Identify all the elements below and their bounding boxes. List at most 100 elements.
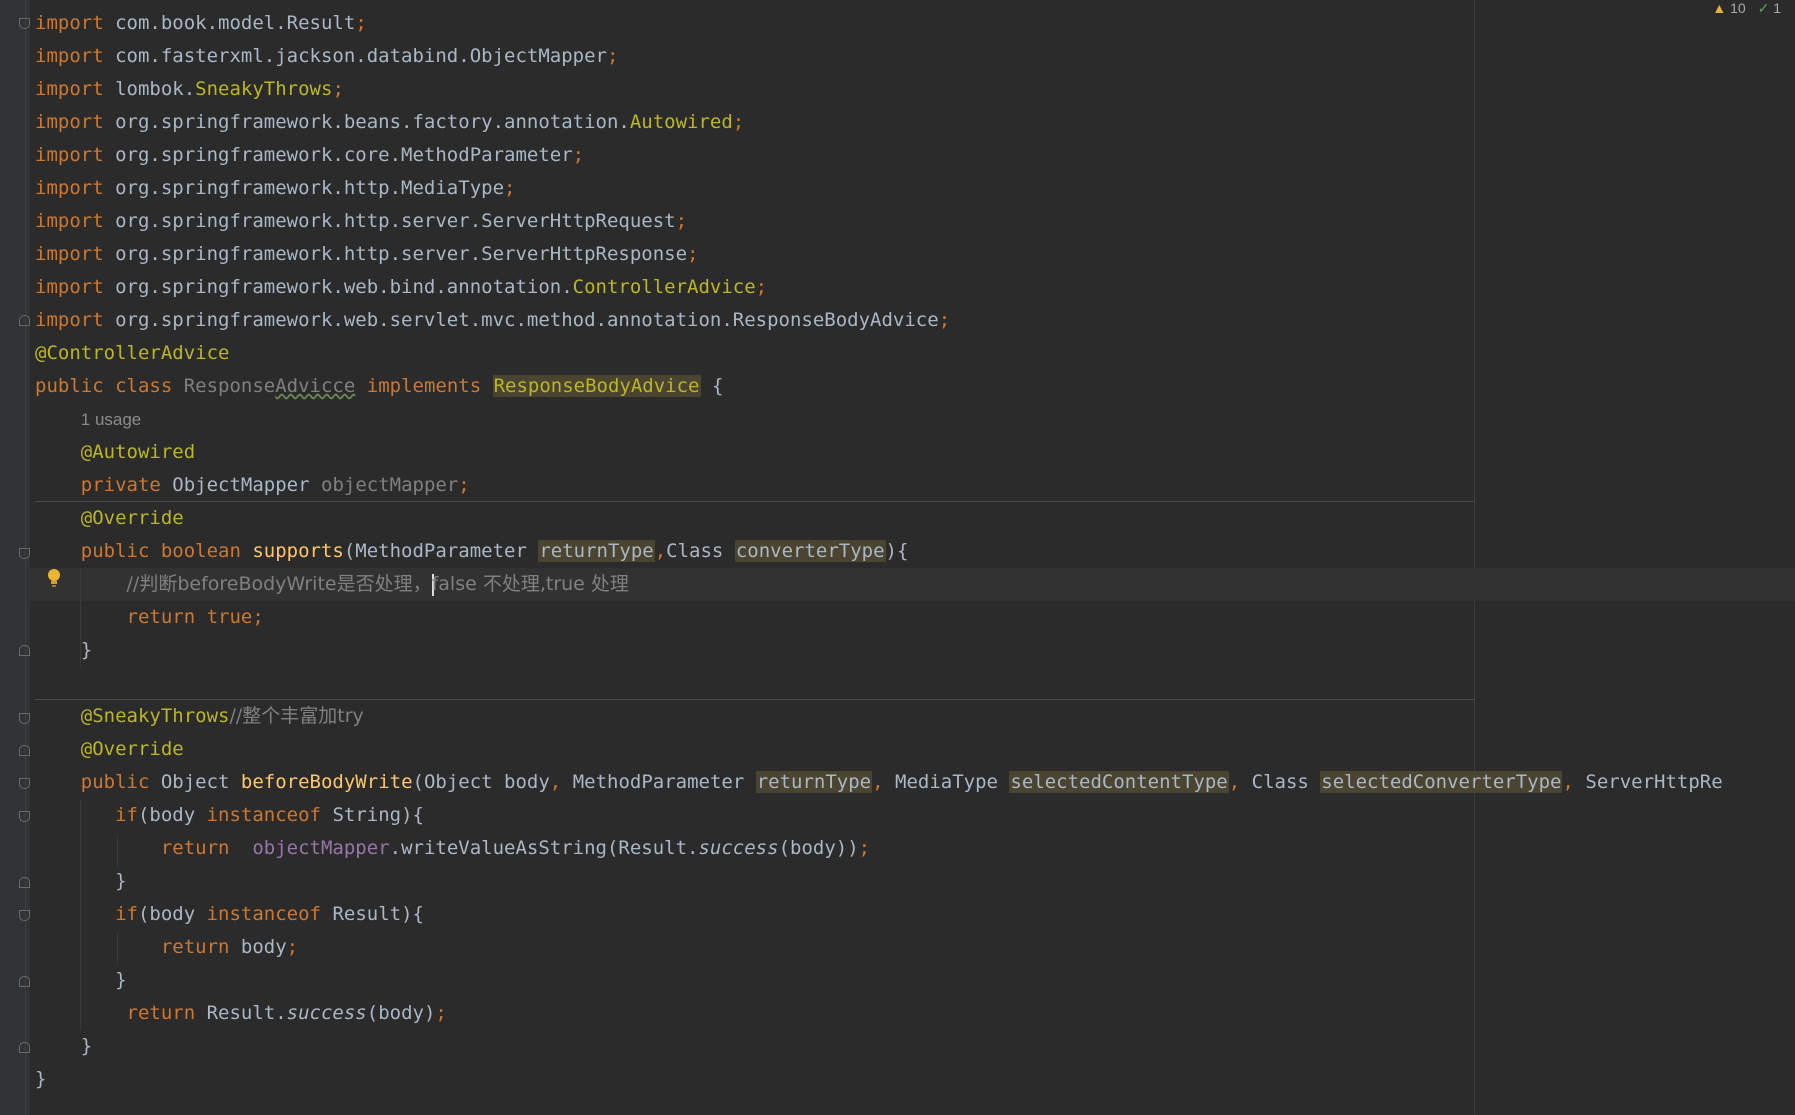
code-token: ){ (885, 540, 909, 562)
code-token: import (35, 177, 104, 199)
code-line[interactable]: @SneakyThrows//整个丰富加try (35, 700, 1795, 733)
code-token: ObjectMapper (172, 474, 321, 496)
code-token: org.springframework.http.MediaType (103, 177, 505, 199)
code-token: ; (572, 144, 585, 166)
code-token: @Override (35, 507, 184, 529)
fold-marker-icon[interactable] (19, 1042, 30, 1053)
code-line[interactable]: if(body instanceof String){ (35, 799, 1795, 832)
code-token: supports (252, 540, 344, 562)
fold-marker-icon[interactable] (19, 315, 30, 326)
code-token: return (35, 1002, 207, 1024)
code-line[interactable]: 1 usage (35, 403, 1795, 436)
code-line[interactable]: @Override (35, 502, 1795, 535)
fold-marker-icon[interactable] (19, 778, 30, 789)
fold-marker-icon[interactable] (19, 548, 30, 559)
code-token: MediaType (895, 771, 1010, 793)
code-token: if (35, 804, 138, 826)
fold-marker-icon[interactable] (19, 877, 30, 888)
code-line[interactable]: return true; (35, 601, 1795, 634)
code-line[interactable]: } (35, 964, 1795, 997)
code-line[interactable]: if(body instanceof Result){ (35, 898, 1795, 931)
code-token: ; (732, 111, 745, 133)
code-token: Class (666, 540, 735, 562)
code-token: (body (137, 903, 207, 925)
code-token: import (35, 78, 104, 100)
code-line[interactable]: } (35, 1030, 1795, 1063)
fold-marker-icon[interactable] (19, 976, 30, 987)
code-token: return true (35, 606, 253, 628)
code-token: @Autowired (35, 441, 196, 463)
code-token: ; (504, 177, 516, 199)
code-line[interactable]: return objectMapper.writeValueAsString(R… (35, 832, 1795, 865)
code-token: instanceof (206, 804, 333, 826)
code-line[interactable]: import org.springframework.http.server.S… (35, 238, 1795, 271)
code-line[interactable]: @Autowired (35, 436, 1795, 469)
code-token: Autowired (629, 111, 733, 133)
code-line[interactable]: public boolean supports(MethodParameter … (35, 535, 1795, 568)
code-token: ; (687, 243, 699, 265)
code-token: public boolean (35, 540, 253, 562)
code-token: return (35, 837, 253, 859)
code-token: objectMapper (252, 837, 390, 859)
code-token: @SneakyThrows (35, 705, 230, 727)
code-token: ; (755, 276, 768, 298)
code-line[interactable]: } (35, 634, 1795, 667)
code-line[interactable]: @ControllerAdvice (35, 337, 1795, 370)
code-token: ; (458, 474, 470, 496)
fold-marker-icon[interactable] (19, 745, 30, 756)
code-token: public (35, 771, 161, 793)
code-line[interactable]: import org.springframework.core.MethodPa… (35, 139, 1795, 172)
code-token: beforeBodyWrite (240, 771, 413, 793)
code-token: String){ (332, 804, 424, 826)
code-line[interactable]: import org.springframework.http.MediaTyp… (35, 172, 1795, 205)
code-token: ; (938, 309, 951, 331)
code-line[interactable]: import org.springframework.http.server.S… (35, 205, 1795, 238)
code-token: selectedContentType (1009, 771, 1229, 793)
code-line[interactable]: @Override (35, 733, 1795, 766)
code-token: body (240, 936, 287, 958)
fold-marker-icon[interactable] (19, 910, 30, 921)
code-line[interactable]: return Result.success(body); (35, 997, 1795, 1030)
code-token: import (35, 45, 104, 67)
code-token: (body)) (778, 837, 859, 859)
code-line[interactable]: import org.springframework.web.servlet.m… (35, 304, 1795, 337)
code-token: { (700, 375, 724, 397)
code-token: com.fasterxml.jackson.databind.ObjectMap… (103, 45, 607, 67)
code-token: org.springframework.core.MethodParameter (103, 144, 573, 166)
code-line[interactable]: private ObjectMapper objectMapper; (35, 469, 1795, 502)
code-token: } (35, 870, 127, 892)
code-token: } (35, 969, 127, 991)
code-line[interactable]: import lombok.SneakyThrows; (35, 73, 1795, 106)
code-token: ; (252, 606, 264, 628)
code-line[interactable]: public class ResponseAdvicce implements … (35, 370, 1795, 403)
code-token: ResponseBodyAdvice (492, 375, 701, 397)
code-line[interactable]: public Object beforeBodyWrite(Object bod… (35, 766, 1795, 799)
fold-marker-icon[interactable] (19, 811, 30, 822)
code-token: com.book.model.Result (103, 12, 356, 34)
code-line[interactable]: import com.book.model.Result; (35, 7, 1795, 40)
code-token: ControllerAdvice (572, 276, 756, 298)
code-token: objectMapper (321, 474, 459, 496)
code-token: //判断beforeBodyWrite是否处理， (126, 573, 432, 595)
fold-marker-icon[interactable] (19, 713, 30, 724)
code-token: , (872, 771, 895, 793)
code-line[interactable]: import com.fasterxml.jackson.databind.Ob… (35, 40, 1795, 73)
code-token: } (35, 639, 93, 661)
code-token: org.springframework.beans.factory.annota… (103, 111, 630, 133)
code-line[interactable]: return body; (35, 931, 1795, 964)
code-token: , (654, 540, 667, 562)
code-editor[interactable]: import com.book.model.Result; import com.… (35, 7, 1795, 1096)
code-line[interactable] (35, 667, 1795, 700)
code-line[interactable]: } (35, 865, 1795, 898)
code-token: org.springframework.http.server.ServerHt… (103, 210, 676, 232)
fold-marker-icon[interactable] (19, 18, 30, 29)
code-token: converterType (734, 540, 886, 562)
code-line[interactable]: } (35, 1063, 1795, 1096)
fold-marker-icon[interactable] (19, 645, 30, 656)
code-line[interactable]: import org.springframework.web.bind.anno… (35, 271, 1795, 304)
code-line[interactable]: //判断beforeBodyWrite是否处理，false 不处理,true 处… (35, 568, 1795, 601)
code-line[interactable]: import org.springframework.beans.factory… (35, 106, 1795, 139)
code-token: , (1562, 771, 1586, 793)
